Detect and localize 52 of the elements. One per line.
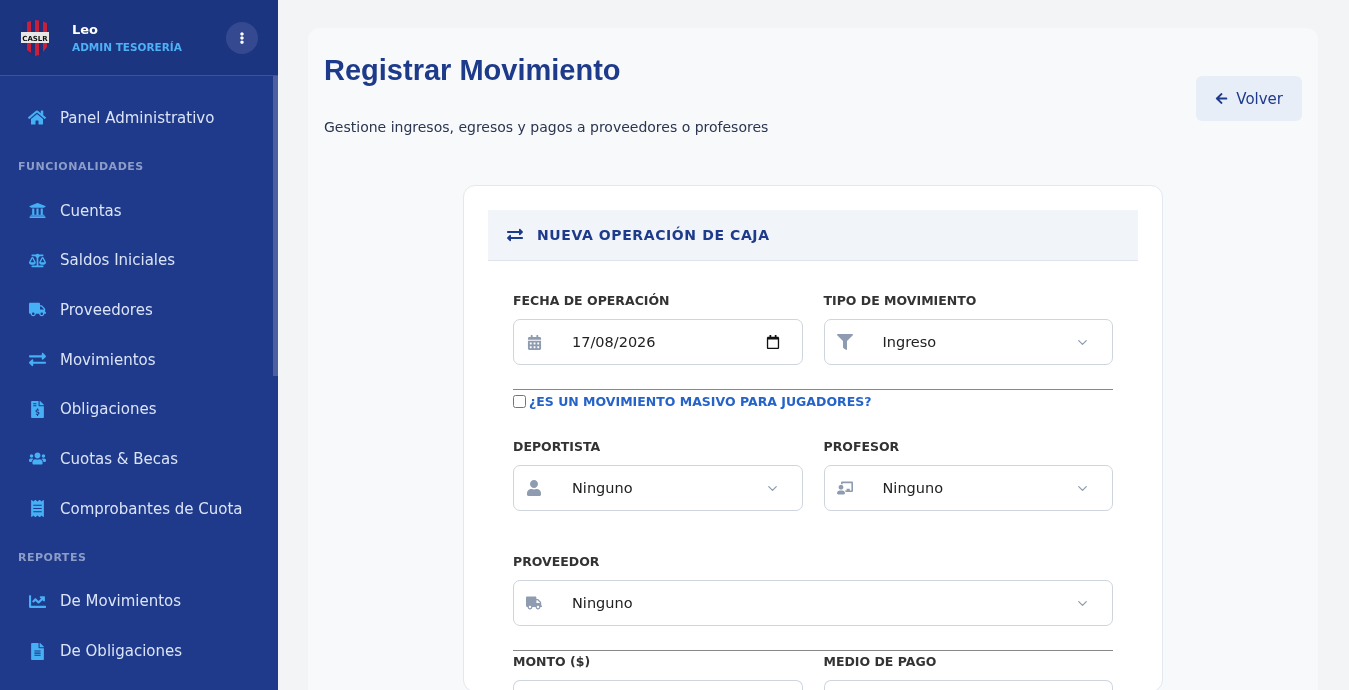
document-icon	[28, 642, 46, 660]
sidebar-item[interactable]: De Obligaciones	[0, 626, 272, 676]
chart-icon	[28, 592, 46, 610]
card-title: NUEVA OPERACIÓN DE CAJA	[537, 227, 770, 243]
truck-icon	[526, 595, 542, 611]
field-label: PROFESOR	[823, 439, 901, 454]
select-field[interactable]: Ninguno	[513, 580, 1113, 626]
person-icon	[526, 480, 542, 496]
select-field[interactable]: Ninguno	[513, 465, 803, 511]
bank-icon	[28, 202, 46, 220]
calendar-icon	[526, 334, 542, 350]
field-label: DEPORTISTA	[513, 439, 602, 454]
field-label: MONTO ($)	[513, 654, 592, 669]
more-options-button[interactable]	[226, 21, 258, 54]
filter-icon	[836, 334, 853, 350]
sidebar-item[interactable]: Saldos Iniciales	[0, 235, 272, 286]
receipt-icon	[28, 500, 46, 518]
field-label: FECHA DE OPERACIÓN	[513, 293, 671, 308]
scrollbar[interactable]	[273, 76, 278, 376]
exchange-icon	[507, 227, 523, 243]
sidebar-item[interactable]: Movimientos	[0, 334, 272, 385]
checkbox-label[interactable]: ¿ES UN MOVIMIENTO MASIVO PARA JUGADORES?	[529, 394, 872, 409]
page-title: Registrar Movimiento	[324, 54, 622, 87]
field-label: PROVEEDOR	[513, 554, 601, 569]
user-role: ADMIN TESORERÍA	[72, 41, 183, 53]
sidebar-section-title: REPORTES	[17, 549, 88, 566]
user-name: Leo	[72, 22, 100, 37]
sidebar-item[interactable]: De Movimientos	[0, 576, 272, 627]
select-field[interactable]: Ninguno	[823, 465, 1113, 511]
checkbox[interactable]	[513, 395, 526, 408]
arrows-icon	[28, 351, 46, 369]
sidebar-item[interactable]: Proveedores	[0, 285, 272, 335]
page-subtitle: Gestione ingresos, egresos y pagos a proveedores o profesores	[324, 119, 769, 135]
sidebar-item[interactable]: Cuentas	[0, 185, 272, 236]
date-field[interactable]: 17/08/2026	[513, 319, 803, 365]
scale-icon	[28, 251, 46, 269]
sidebar-item[interactable]: Panel Administrativo	[0, 93, 272, 143]
select-field[interactable]: Ingreso	[823, 319, 1113, 365]
sidebar-item[interactable]: Comprobantes de Cuota	[0, 483, 272, 534]
input-field[interactable]	[823, 680, 1113, 690]
arrow-left-icon	[1215, 92, 1229, 105]
sidebar-item[interactable]: Cuotas & Becas	[0, 434, 272, 484]
back-button[interactable]: Volver	[1196, 76, 1302, 121]
teacher-icon	[836, 480, 853, 496]
calendar-picker-icon[interactable]	[765, 335, 780, 349]
sidebar-item[interactable]: Obligaciones	[0, 384, 272, 435]
input-field[interactable]	[513, 680, 803, 690]
invoice-icon	[28, 400, 46, 418]
field-label: MEDIO DE PAGO	[823, 654, 938, 669]
field-label: TIPO DE MOVIMIENTO	[823, 293, 978, 308]
sidebar-section-title: FUNCIONALIDADES	[17, 158, 145, 175]
truck-icon	[28, 301, 46, 319]
